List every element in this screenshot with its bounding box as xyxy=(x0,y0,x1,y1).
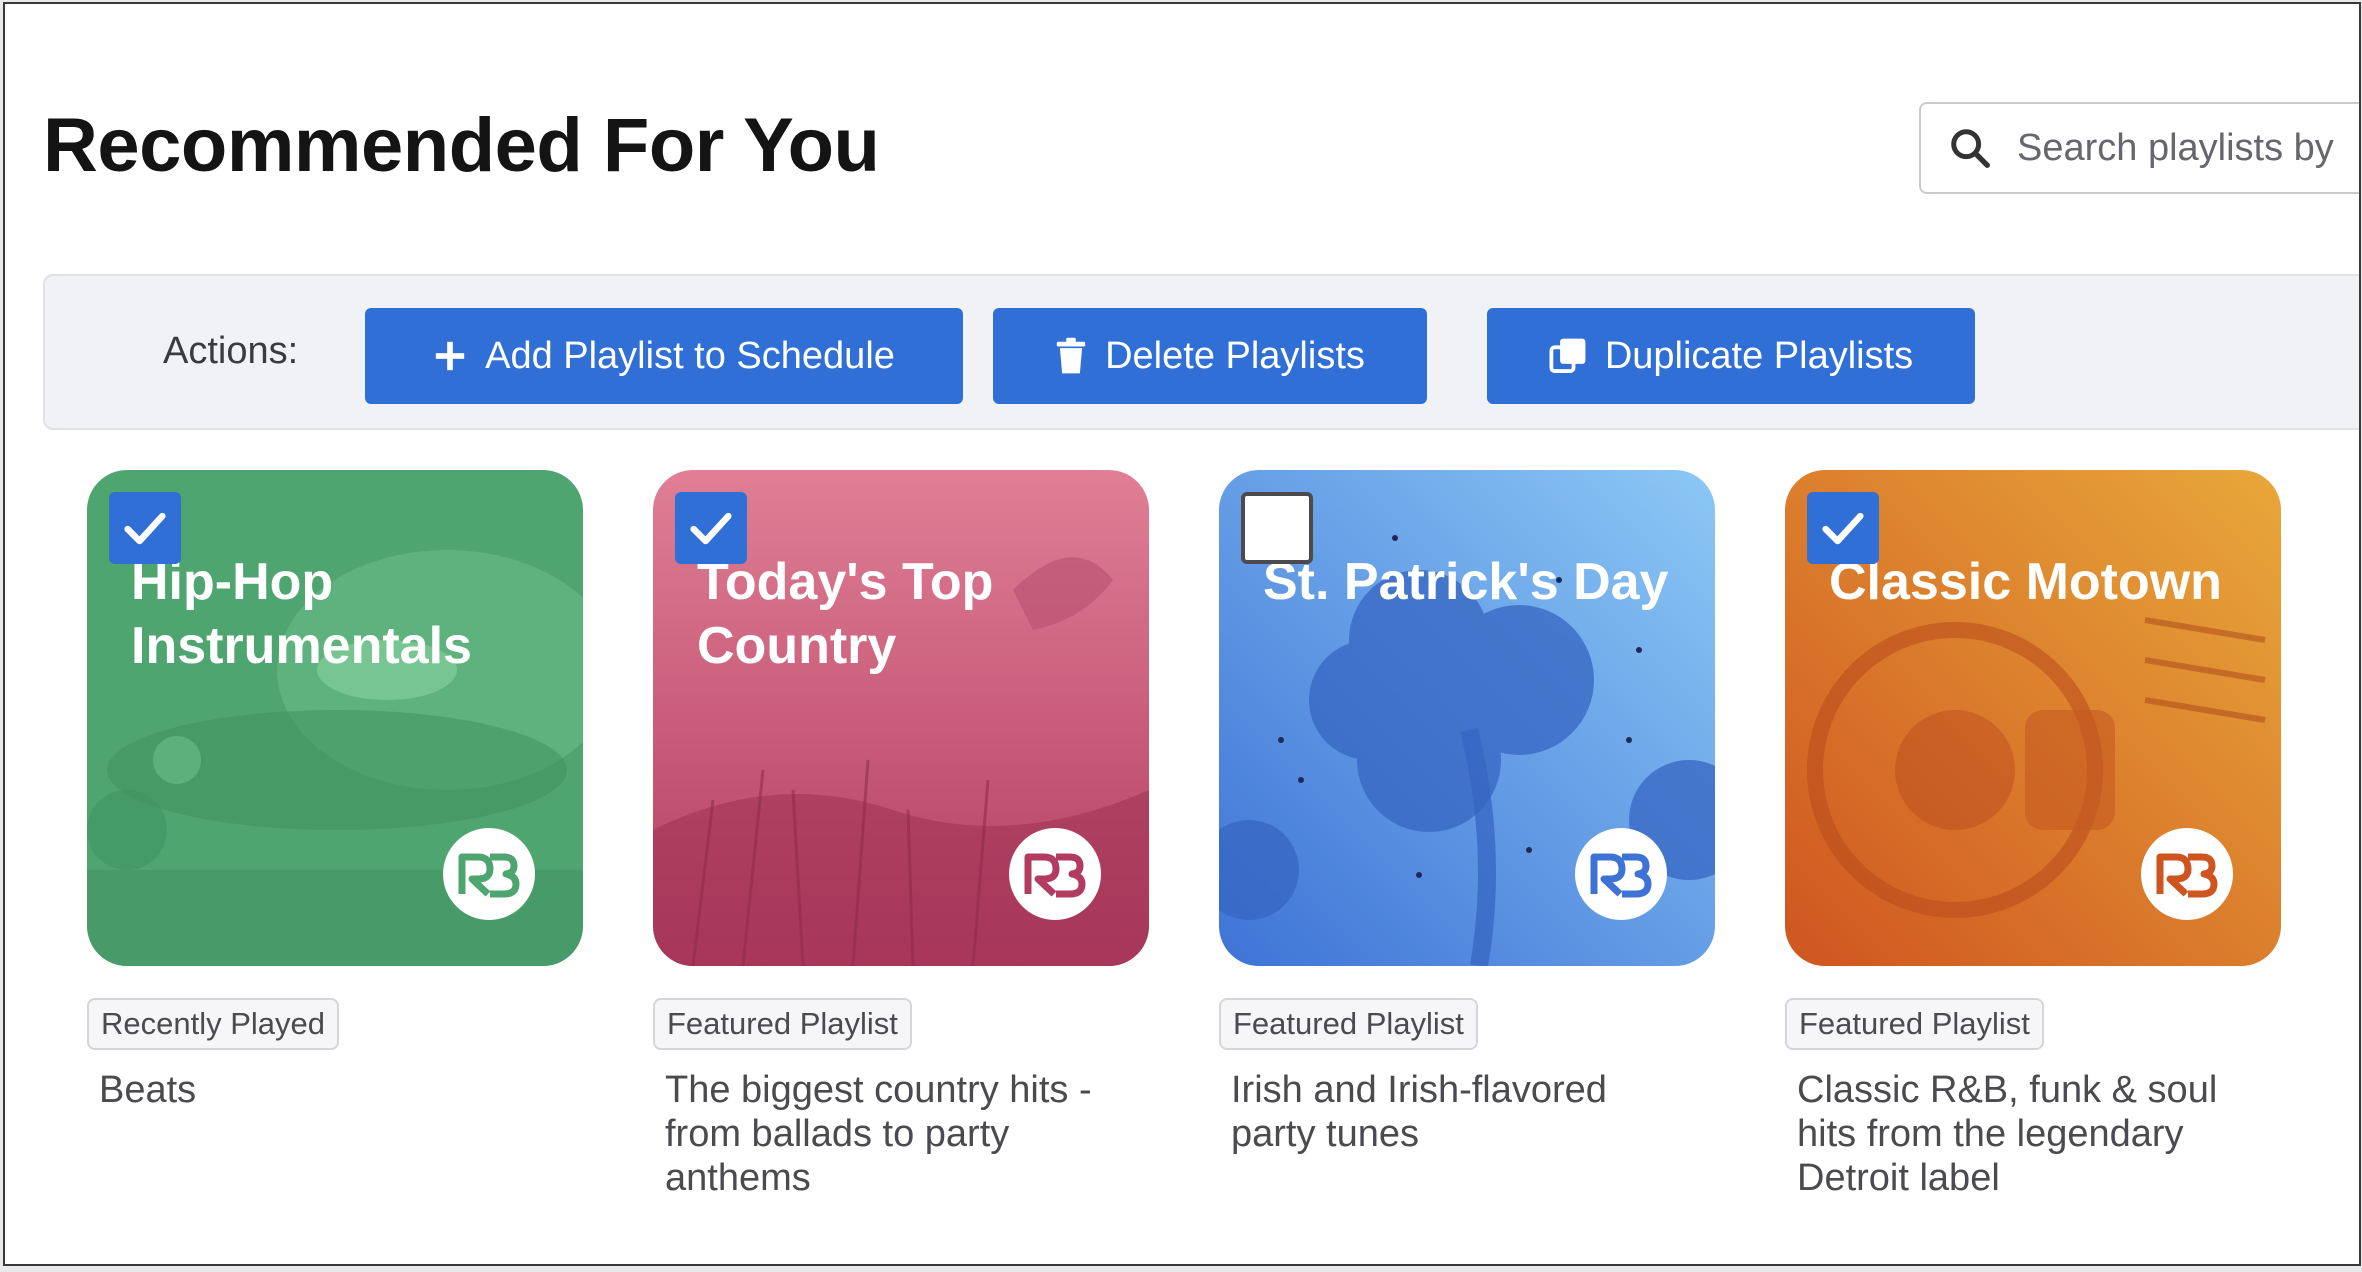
playlist-description: Irish and Irish-flavored party tunes xyxy=(1231,1069,1607,1155)
search-icon xyxy=(1951,129,1990,168)
playlist-checkbox[interactable] xyxy=(1241,492,1313,564)
playlist-description: Beats xyxy=(99,1069,197,1111)
actions-label: Actions: xyxy=(163,330,299,372)
rb-logo-icon xyxy=(2141,828,2233,920)
playlist-description: The biggest country hits - from ballads … xyxy=(665,1069,1092,1199)
playlist-artwork[interactable]: St. Patrick's Day xyxy=(1219,470,1715,966)
plus-icon xyxy=(435,341,465,371)
playlist-title: Today's Top Country xyxy=(697,553,994,675)
playlist-checkbox[interactable] xyxy=(1807,492,1879,564)
search-input[interactable] xyxy=(2015,125,2359,171)
page-frame: Recommended For You Actions: Add Playlis… xyxy=(3,2,2361,1266)
search-box[interactable] xyxy=(1919,102,2359,194)
rb-logo-icon xyxy=(1009,828,1101,920)
rb-logo-icon xyxy=(1575,828,1667,920)
trash-icon xyxy=(1056,337,1086,374)
playlist-title: St. Patrick's Day xyxy=(1263,553,1669,611)
delete-playlists-button[interactable]: Delete Playlists xyxy=(993,308,1427,404)
rb-logo-icon xyxy=(443,828,535,920)
checkmark-icon xyxy=(1822,512,1864,545)
playlist-checkbox[interactable] xyxy=(109,492,181,564)
page-title: Recommended For You xyxy=(43,103,880,188)
playlist-artwork[interactable]: Hip-Hop Instrumentals xyxy=(87,470,583,966)
playlist-artwork[interactable]: Classic Motown xyxy=(1785,470,2281,966)
playlist-title: Hip-Hop Instrumentals xyxy=(131,553,472,675)
duplicate-icon xyxy=(1549,338,1586,373)
playlist-badge: Featured Playlist xyxy=(1219,998,1478,1050)
playlist-badge: Recently Played xyxy=(87,998,340,1050)
playlist-card[interactable]: Classic Motown Featured Playlist Classic… xyxy=(1785,470,2281,1200)
playlist-badge: Featured Playlist xyxy=(653,998,912,1050)
actions-bar: Actions: Add Playlist to Schedule Delete… xyxy=(43,274,2359,430)
playlist-title: Classic Motown xyxy=(1829,553,2222,611)
playlist-card[interactable]: Today's Top Country Featured Playlist Th… xyxy=(653,470,1149,1200)
playlist-badge: Featured Playlist xyxy=(1785,998,2044,1050)
add-playlist-to-schedule-label: Add Playlist to Schedule xyxy=(485,334,895,377)
playlist-description: Classic R&B, funk & soul hits from the l… xyxy=(1797,1069,2218,1199)
playlist-checkbox[interactable] xyxy=(675,492,747,564)
playlist-card[interactable]: Hip-Hop Instrumentals Recently Played Be… xyxy=(87,470,583,1112)
checkmark-icon xyxy=(124,512,166,545)
duplicate-playlists-button[interactable]: Duplicate Playlists xyxy=(1487,308,1975,404)
playlist-artwork[interactable]: Today's Top Country xyxy=(653,470,1149,966)
add-playlist-to-schedule-button[interactable]: Add Playlist to Schedule xyxy=(365,308,963,404)
checkmark-icon xyxy=(690,512,732,545)
delete-playlists-label: Delete Playlists xyxy=(1105,334,1365,377)
duplicate-playlists-label: Duplicate Playlists xyxy=(1604,334,1914,377)
playlist-card[interactable]: St. Patrick's Day Featured Playlist Iris… xyxy=(1219,470,1715,1156)
